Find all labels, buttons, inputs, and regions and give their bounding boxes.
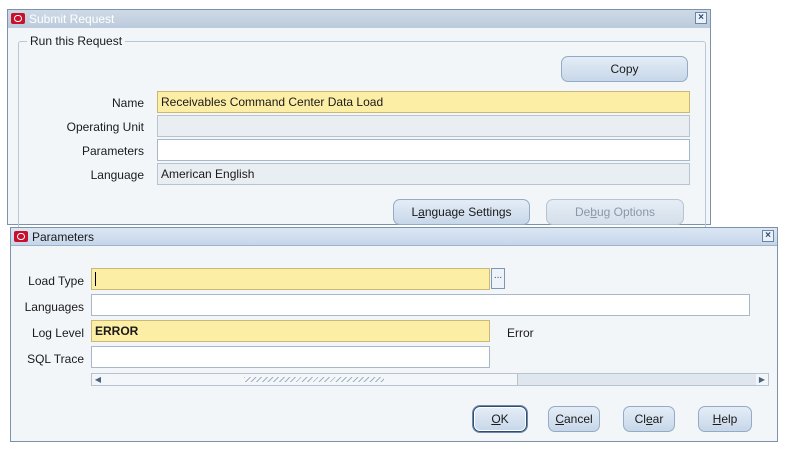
log-level-description: Error [507, 326, 534, 340]
button-label: ug Options [596, 205, 656, 219]
button-label: Cl [634, 412, 646, 426]
load-type-field[interactable] [91, 268, 490, 290]
button-label: ancel [563, 412, 593, 426]
mnemonic-key: O [491, 412, 501, 426]
cancel-button[interactable]: Cancel [548, 406, 600, 432]
ok-button[interactable]: OK [473, 406, 527, 432]
close-icon[interactable]: × [762, 230, 774, 242]
mnemonic-key: a [418, 205, 425, 219]
text-cursor [95, 272, 96, 286]
language-settings-button[interactable]: Language Settings [393, 199, 530, 225]
group-label: Run this Request [27, 34, 126, 48]
debug-options-button[interactable]: Debug Options [546, 199, 684, 225]
languages-field[interactable] [91, 294, 750, 316]
list-of-values-button[interactable]: ... [491, 268, 505, 289]
language-field[interactable]: American English [157, 163, 690, 185]
oracle-logo-icon [14, 231, 28, 242]
grip-icon [244, 377, 384, 382]
help-button[interactable]: Help [698, 406, 752, 432]
button-label: K [500, 412, 509, 426]
window-title: Parameters [32, 230, 95, 244]
languages-label: Languages [24, 300, 84, 314]
mnemonic-key: e [645, 412, 653, 426]
button-label: ar [652, 412, 664, 426]
name-field[interactable]: Receivables Command Center Data Load [157, 91, 690, 113]
parameters-label: Parameters [81, 144, 144, 158]
log-level-field[interactable]: ERROR [91, 320, 490, 342]
mnemonic-key: b [590, 205, 597, 219]
oracle-logo-icon [11, 13, 25, 24]
submit-request-titlebar[interactable]: Submit Request × [8, 10, 710, 28]
sql-trace-field[interactable] [91, 346, 490, 368]
close-icon[interactable]: × [695, 12, 707, 24]
submit-request-window: Submit Request × Run this Request Copy N… [7, 9, 711, 231]
sql-trace-label: SQL Trace [27, 352, 84, 366]
parameters-titlebar[interactable]: Parameters × [11, 228, 777, 246]
log-level-label: Log Level [31, 326, 84, 340]
mnemonic-key: C [555, 412, 564, 426]
parameters-window: Parameters × Load Type ... Languages Log… [10, 227, 778, 442]
parameters-field[interactable] [157, 139, 690, 161]
window-title: Submit Request [29, 12, 115, 26]
operating-unit-field[interactable] [157, 115, 690, 137]
operating-unit-label: Operating Unit [66, 120, 144, 134]
button-label: elp [721, 412, 738, 426]
horizontal-scrollbar[interactable]: ◀ ▶ [91, 373, 769, 386]
clear-button[interactable]: Clear [623, 406, 675, 432]
arrow-right-icon[interactable]: ▶ [756, 374, 768, 385]
name-label: Name [111, 96, 144, 110]
button-label: De [574, 205, 591, 219]
language-label: Language [90, 168, 144, 182]
load-type-label: Load Type [28, 274, 84, 288]
arrow-left-icon[interactable]: ◀ [92, 374, 104, 385]
button-label: nguage Settings [424, 205, 512, 219]
copy-button[interactable]: Copy [561, 56, 688, 82]
